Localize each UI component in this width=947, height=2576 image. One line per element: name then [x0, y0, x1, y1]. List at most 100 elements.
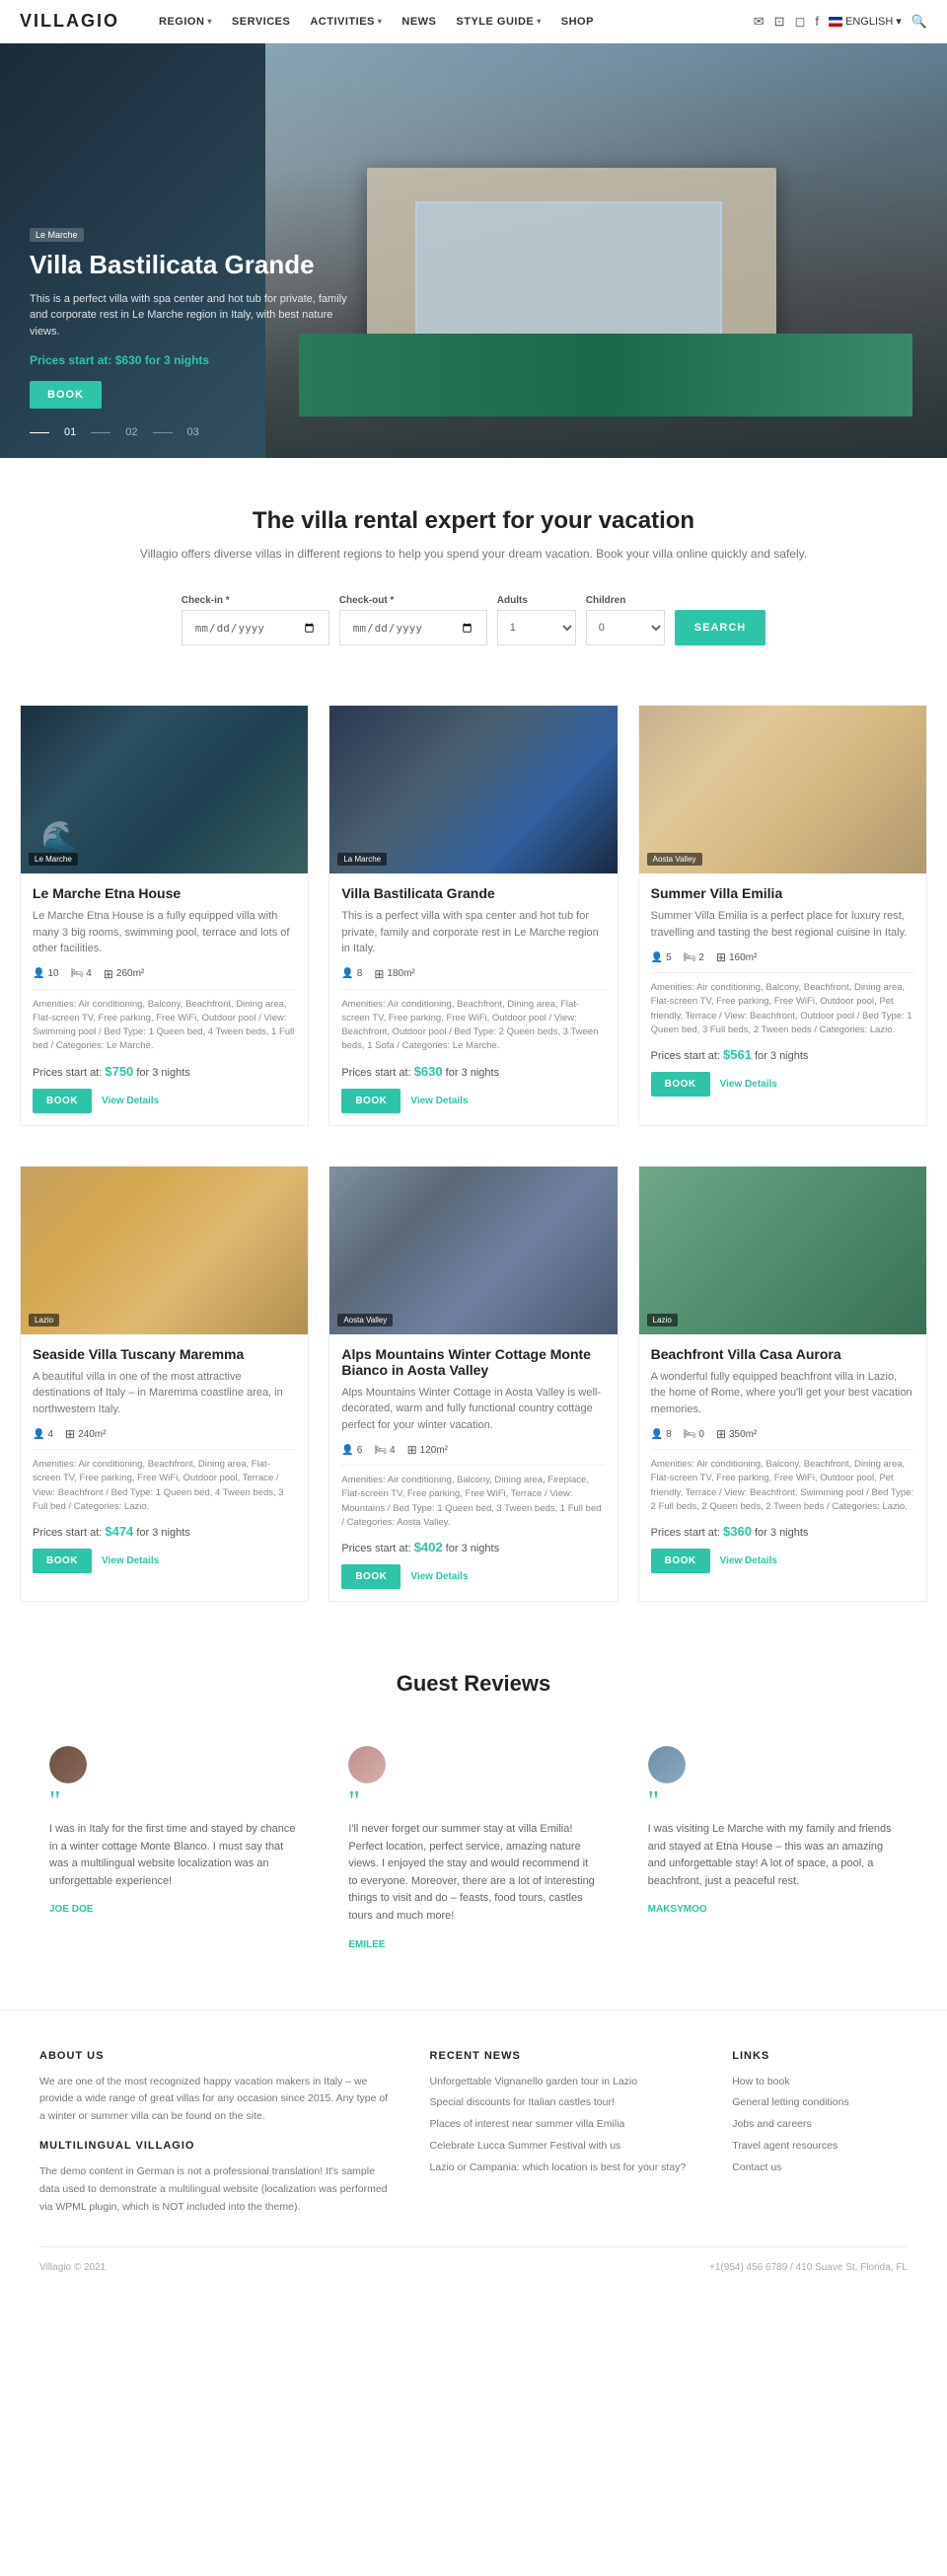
quote-icon: "	[348, 1795, 598, 1809]
villa-stats: 👤 6 🛏 4 ⊞ 120m²	[341, 1443, 605, 1457]
footer-link-item[interactable]: How to book	[732, 2074, 908, 2090]
villa-region-tag: Lazio	[647, 1314, 678, 1326]
villa-book-button[interactable]: BOOK	[341, 1089, 401, 1113]
site-logo[interactable]: VILLAGIO	[20, 11, 119, 32]
reviews-title: Guest Reviews	[39, 1671, 908, 1697]
villa-actions: BOOK View Details	[341, 1564, 605, 1589]
review-author-name[interactable]: JOE DOE	[49, 1904, 299, 1915]
children-group: Children 0 1 2	[586, 595, 665, 645]
person-icon: 👤	[33, 968, 44, 979]
footer-copyright: Villagio © 2021	[39, 2262, 106, 2273]
avatar	[348, 1746, 386, 1783]
bed-icon: 🛏	[684, 952, 696, 963]
villa-image: Lazio	[639, 1167, 926, 1334]
checkin-input[interactable]	[182, 610, 329, 645]
villa-price: Prices start at: $402 for 3 nights	[341, 1540, 605, 1554]
footer-news-link[interactable]: Places of interest near summer villa Emi…	[430, 2116, 693, 2133]
footer-link-item[interactable]: Contact us	[732, 2159, 908, 2176]
review-card: " I was in Italy for the first time and …	[39, 1736, 309, 1960]
facebook-icon[interactable]: f	[815, 14, 819, 29]
review-author-name[interactable]: MAKSYMOO	[648, 1904, 898, 1915]
person-icon: 👤	[651, 952, 663, 963]
villa-image: Aosta Valley	[639, 706, 926, 873]
villa-details-button[interactable]: View Details	[720, 1555, 777, 1566]
nav-services[interactable]: SERVICES	[222, 16, 300, 28]
villa-area: ⊞ 160m²	[716, 950, 757, 964]
slide-dot-3[interactable]: 03	[187, 426, 199, 438]
hero-house-image	[265, 43, 947, 458]
review-text: I was in Italy for the first time and st…	[49, 1821, 299, 1890]
checkout-input[interactable]	[339, 610, 487, 645]
nav-region[interactable]: REGION ▾	[149, 16, 222, 28]
search-button[interactable]: SEARCH	[675, 610, 765, 645]
adults-select[interactable]: 1 2 3 4	[497, 610, 576, 645]
villa-card: Le Marche Le Marche Etna House Le Marche…	[20, 705, 309, 1126]
villa-region-tag: Lazio	[29, 1314, 59, 1326]
bookmark-icon[interactable]: ⊡	[774, 14, 785, 30]
villa-amenities: Amenities: Air conditioning, Balcony, Be…	[651, 1449, 914, 1514]
instagram-icon[interactable]: ◻	[795, 14, 806, 30]
villa-book-button[interactable]: BOOK	[33, 1549, 92, 1573]
nav-activities[interactable]: ACTIVITIES ▾	[300, 16, 392, 28]
nav-style-guide[interactable]: STYLE GUIDE ▾	[446, 16, 550, 28]
villa-details-button[interactable]: View Details	[410, 1096, 468, 1106]
villa-region-tag: Aosta Valley	[647, 853, 702, 866]
footer-about-heading: ABOUT US	[39, 2050, 391, 2062]
villa-book-button[interactable]: BOOK	[341, 1564, 401, 1589]
person-icon: 👤	[341, 968, 353, 979]
hero-book-button[interactable]: BOOK	[30, 381, 102, 409]
villa-name: Le Marche Etna House	[33, 885, 296, 901]
villa-region-tag: Le Marche	[29, 853, 78, 866]
area-icon: ⊞	[716, 950, 726, 964]
footer-news-link[interactable]: Celebrate Lucca Summer Festival with us	[430, 2138, 693, 2155]
villa-name: Beachfront Villa Casa Aurora	[651, 1346, 914, 1362]
hero-slide-indicators: 01 02 03	[30, 426, 199, 438]
villa-details-button[interactable]: View Details	[720, 1079, 777, 1090]
quote-icon: "	[648, 1795, 898, 1809]
villa-details-button[interactable]: View Details	[410, 1571, 468, 1582]
reviews-section: Guest Reviews " I was in Italy for the f…	[0, 1622, 947, 2009]
slide-dot-2[interactable]: 02	[125, 426, 137, 438]
footer-link-item[interactable]: Travel agent resources	[732, 2138, 908, 2155]
nav-news[interactable]: NEWS	[392, 16, 446, 28]
villa-persons: 👤 10	[33, 968, 59, 979]
review-author	[348, 1746, 598, 1783]
children-select[interactable]: 0 1 2	[586, 610, 665, 645]
language-selector[interactable]: ENGLISH ▾	[829, 15, 902, 28]
villa-actions: BOOK View Details	[33, 1549, 296, 1573]
hero-background: Le Marche Villa Bastilicata Grande This …	[0, 43, 947, 458]
area-icon: ⊞	[407, 1443, 417, 1457]
slide-line-2	[91, 432, 110, 433]
slide-dot-1[interactable]: 01	[64, 426, 76, 438]
footer-link-item[interactable]: General letting conditions	[732, 2094, 908, 2111]
nav-shop[interactable]: SHOP	[551, 16, 604, 28]
footer-bottom: Villagio © 2021 +1(954) 456 6789 / 410 S…	[39, 2246, 908, 2273]
villa-area: ⊞ 260m²	[104, 967, 144, 981]
villa-image: La Marche	[329, 706, 617, 873]
hero-price: Prices start at: $630 for 3 nights	[30, 353, 365, 367]
villa-image: Aosta Valley	[329, 1167, 617, 1334]
footer-news-link[interactable]: Special discounts for Italian castles to…	[430, 2094, 693, 2111]
villa-stats: 👤 8 🛏 0 ⊞ 350m²	[651, 1427, 914, 1441]
villa-book-button[interactable]: BOOK	[651, 1072, 710, 1097]
villa-description: Summer Villa Emilia is a perfect place f…	[651, 908, 914, 941]
villa-body: Le Marche Etna House Le Marche Etna Hous…	[21, 873, 308, 1125]
footer-contact: +1(954) 456 6789 / 410 Suave St, Florida…	[709, 2262, 908, 2273]
footer-news-link[interactable]: Lazio or Campania: which location is bes…	[430, 2159, 693, 2176]
villa-book-button[interactable]: BOOK	[33, 1089, 92, 1113]
villa-body: Alps Mountains Winter Cottage Monte Bian…	[329, 1334, 617, 1602]
email-icon[interactable]: ✉	[754, 14, 765, 30]
villa-body: Villa Bastilicata Grande This is a perfe…	[329, 873, 617, 1125]
checkout-group: Check-out *	[339, 595, 487, 645]
villa-area: ⊞ 350m²	[716, 1427, 757, 1441]
villa-stats: 👤 10 🛏 4 ⊞ 260m²	[33, 967, 296, 981]
villa-card: Aosta Valley Alps Mountains Winter Cotta…	[328, 1166, 618, 1603]
review-author-name[interactable]: EMILEE	[348, 1939, 598, 1950]
footer-link-item[interactable]: Jobs and careers	[732, 2116, 908, 2133]
villa-details-button[interactable]: View Details	[102, 1096, 159, 1106]
footer-news-link[interactable]: Unforgettable Vignanello garden tour in …	[430, 2074, 693, 2090]
area-icon: ⊞	[716, 1427, 726, 1441]
villa-book-button[interactable]: BOOK	[651, 1549, 710, 1573]
search-icon[interactable]: 🔍	[911, 14, 927, 30]
villa-details-button[interactable]: View Details	[102, 1555, 159, 1566]
